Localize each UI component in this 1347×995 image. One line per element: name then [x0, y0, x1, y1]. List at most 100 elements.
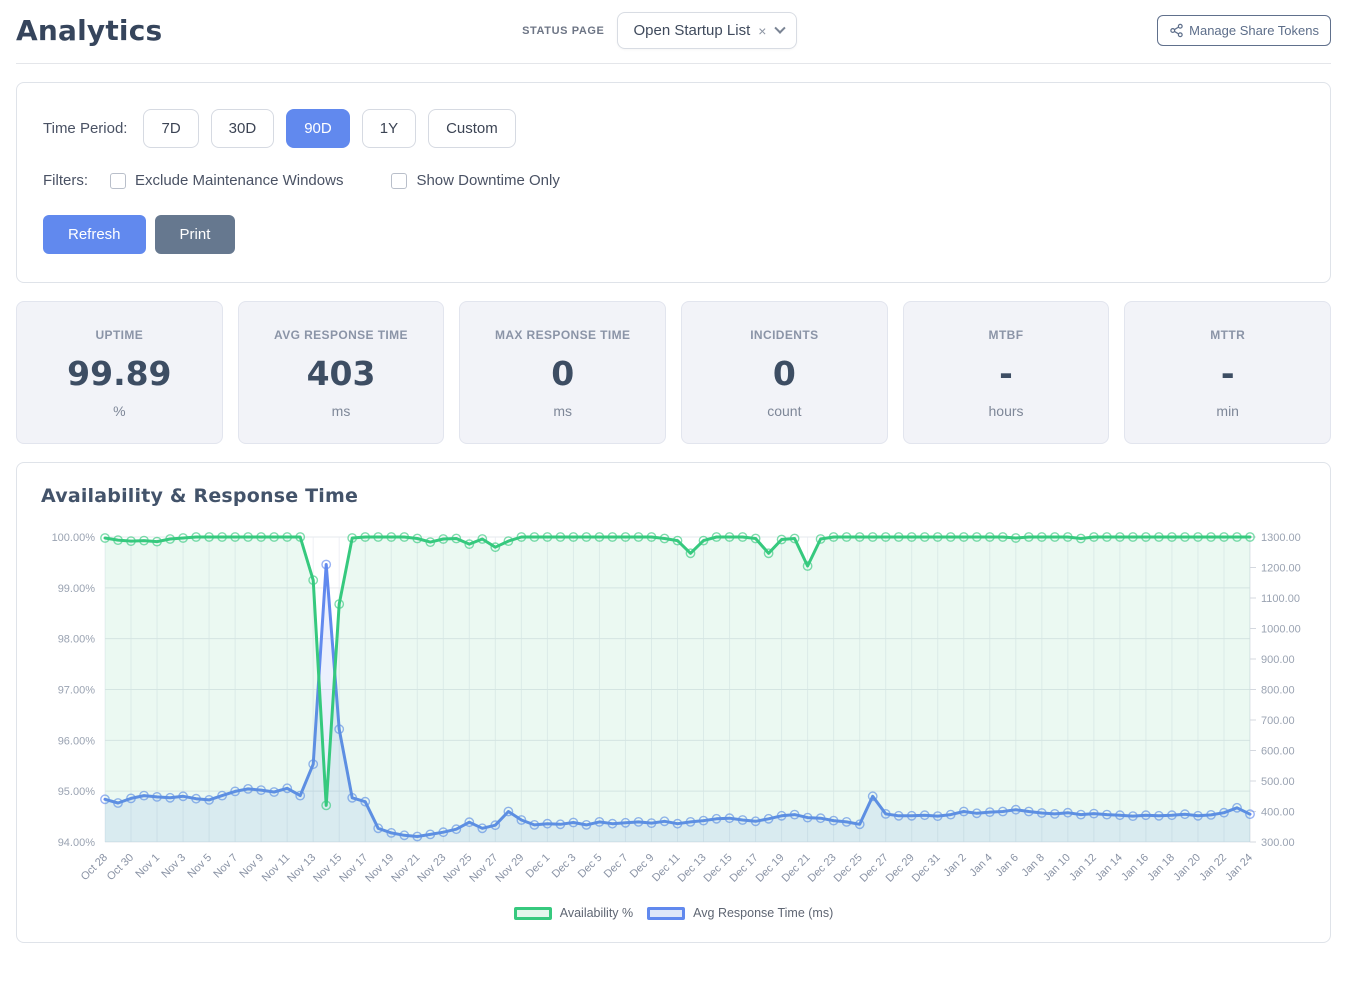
svg-text:1100.00: 1100.00 [1261, 593, 1300, 605]
status-page-select[interactable]: Open Startup List × [617, 12, 798, 49]
svg-text:Jan 18: Jan 18 [1145, 852, 1177, 884]
svg-text:98.00%: 98.00% [58, 634, 96, 646]
manage-share-tokens-button[interactable]: Manage Share Tokens [1157, 15, 1331, 46]
svg-text:97.00%: 97.00% [58, 685, 96, 697]
svg-text:Jan 2: Jan 2 [941, 852, 969, 880]
svg-text:96.00%: 96.00% [58, 735, 96, 747]
svg-text:100.00%: 100.00% [52, 532, 96, 544]
filters-row: Filters: Exclude Maintenance Windows Sho… [43, 172, 1304, 189]
svg-text:1300.00: 1300.00 [1261, 532, 1301, 544]
stat-card-incidents: INCIDENTS 0 count [681, 301, 888, 444]
chart-panel: Availability & Response Time Oct 28Oct 3… [16, 462, 1331, 943]
stat-card-mttr: MTTR - min [1124, 301, 1331, 444]
exclude-maintenance-label: Exclude Maintenance Windows [135, 172, 343, 189]
actions-row: Refresh Print [43, 215, 1304, 254]
svg-text:Nov 7: Nov 7 [211, 852, 240, 881]
filter-panel: Time Period: 7D 30D 90D 1Y Custom Filter… [16, 82, 1331, 283]
stat-label: MTBF [912, 328, 1101, 342]
svg-text:600.00: 600.00 [1261, 746, 1295, 758]
stat-unit: % [25, 403, 214, 419]
stat-card-uptime: UPTIME 99.89 % [16, 301, 223, 444]
time-period-label: Time Period: [43, 120, 127, 137]
svg-text:95.00%: 95.00% [58, 786, 96, 798]
stat-card-max-response: MAX RESPONSE TIME 0 ms [459, 301, 666, 444]
svg-text:Jan 20: Jan 20 [1171, 852, 1203, 884]
svg-text:Oct 28: Oct 28 [79, 852, 110, 883]
status-page-selected-value: Open Startup List [634, 22, 751, 39]
show-downtime-label: Show Downtime Only [416, 172, 559, 189]
availability-swatch-icon [514, 907, 552, 920]
stat-unit: ms [247, 403, 436, 419]
svg-text:400.00: 400.00 [1261, 807, 1295, 819]
clear-selection-icon[interactable]: × [758, 24, 766, 38]
exclude-maintenance-checkbox[interactable] [110, 173, 126, 189]
chevron-down-icon [775, 22, 786, 33]
stat-unit: ms [468, 403, 657, 419]
status-page-label: STATUS PAGE [522, 25, 604, 37]
response-time-swatch-icon [647, 907, 685, 920]
svg-text:1000.00: 1000.00 [1261, 624, 1301, 636]
svg-text:Jan 6: Jan 6 [993, 852, 1021, 880]
stat-value: - [912, 354, 1101, 393]
svg-text:1200.00: 1200.00 [1261, 563, 1301, 575]
svg-text:Nov 5: Nov 5 [185, 852, 214, 881]
time-period-7d-button[interactable]: 7D [143, 109, 198, 148]
analytics-page: Analytics STATUS PAGE Open Startup List … [0, 0, 1347, 995]
stat-value: 0 [690, 354, 879, 393]
svg-text:Dec 7: Dec 7 [602, 852, 631, 881]
filters-label: Filters: [43, 172, 88, 189]
svg-text:Nov 3: Nov 3 [159, 852, 188, 881]
show-downtime-checkbox[interactable] [391, 173, 407, 189]
stat-label: MTTR [1133, 328, 1322, 342]
svg-text:Oct 30: Oct 30 [105, 852, 136, 883]
stat-unit: min [1133, 403, 1322, 419]
svg-text:Jan 14: Jan 14 [1093, 852, 1125, 884]
manage-share-tokens-label: Manage Share Tokens [1189, 23, 1319, 38]
time-period-30d-button[interactable]: 30D [211, 109, 275, 148]
stat-label: MAX RESPONSE TIME [468, 328, 657, 342]
stat-label: AVG RESPONSE TIME [247, 328, 436, 342]
stat-label: INCIDENTS [690, 328, 879, 342]
print-button[interactable]: Print [155, 215, 236, 254]
svg-text:700.00: 700.00 [1261, 715, 1295, 727]
availability-response-chart: Oct 28Oct 30Nov 1Nov 3Nov 5Nov 7Nov 9Nov… [41, 515, 1308, 899]
svg-text:Jan 24: Jan 24 [1223, 852, 1255, 884]
svg-text:Jan 10: Jan 10 [1041, 852, 1073, 884]
svg-text:Dec 1: Dec 1 [524, 852, 553, 881]
stat-value: 403 [247, 354, 436, 393]
legend-label: Availability % [560, 906, 633, 920]
svg-text:94.00%: 94.00% [58, 837, 96, 849]
stat-card-mtbf: MTBF - hours [903, 301, 1110, 444]
stat-value: 0 [468, 354, 657, 393]
svg-text:Dec 3: Dec 3 [550, 852, 579, 881]
svg-text:Dec 5: Dec 5 [576, 852, 605, 881]
svg-text:Jan 16: Jan 16 [1119, 852, 1151, 884]
top-bar: Analytics STATUS PAGE Open Startup List … [16, 0, 1331, 64]
time-period-90d-button[interactable]: 90D [286, 109, 350, 148]
stat-label: UPTIME [25, 328, 214, 342]
chart-legend: Availability % Avg Response Time (ms) [41, 906, 1306, 926]
time-period-1y-button[interactable]: 1Y [362, 109, 416, 148]
svg-text:900.00: 900.00 [1261, 654, 1295, 666]
time-period-row: Time Period: 7D 30D 90D 1Y Custom [43, 109, 1304, 148]
svg-text:300.00: 300.00 [1261, 837, 1295, 849]
time-period-custom-button[interactable]: Custom [428, 109, 516, 148]
refresh-button[interactable]: Refresh [43, 215, 146, 254]
legend-item-availability[interactable]: Availability % [514, 906, 633, 920]
svg-text:Nov 1: Nov 1 [133, 852, 162, 881]
svg-text:Nov 29: Nov 29 [493, 852, 526, 885]
status-page-selector-group: STATUS PAGE Open Startup List × [162, 12, 1157, 49]
stat-unit: count [690, 403, 879, 419]
share-icon [1169, 23, 1184, 38]
stat-value: 99.89 [25, 354, 214, 393]
stat-unit: hours [912, 403, 1101, 419]
stats-row: UPTIME 99.89 % AVG RESPONSE TIME 403 ms … [16, 301, 1331, 444]
legend-item-response-time[interactable]: Avg Response Time (ms) [647, 906, 833, 920]
chart-wrap: Oct 28Oct 30Nov 1Nov 3Nov 5Nov 7Nov 9Nov… [41, 515, 1306, 926]
legend-label: Avg Response Time (ms) [693, 906, 833, 920]
stat-card-avg-response: AVG RESPONSE TIME 403 ms [238, 301, 445, 444]
svg-text:800.00: 800.00 [1261, 685, 1295, 697]
chart-title: Availability & Response Time [41, 485, 1306, 507]
stat-value: - [1133, 354, 1322, 393]
page-title: Analytics [16, 14, 162, 47]
